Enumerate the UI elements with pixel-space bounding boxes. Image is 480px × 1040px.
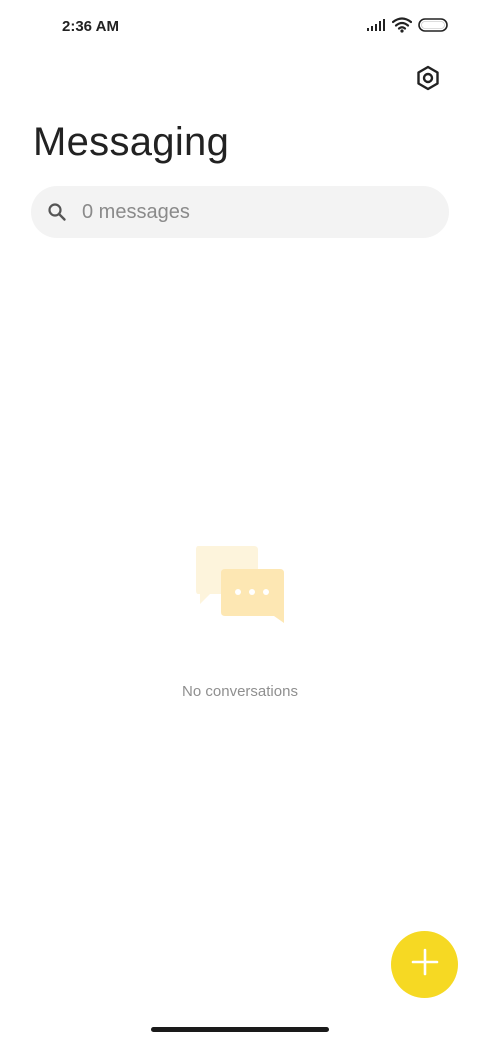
status-bar: 2:36 AM [0,0,480,56]
new-conversation-button[interactable] [391,931,458,998]
search-input-placeholder: 0 messages [82,200,190,223]
wifi-icon [392,17,412,33]
settings-button[interactable] [408,62,448,98]
search-icon [46,201,68,223]
status-time: 2:36 AM [62,18,119,35]
chat-bubbles-icon [190,542,290,628]
settings-hexagon-icon [415,65,441,96]
plus-icon [410,947,440,982]
empty-state-message: No conversations [182,683,298,700]
messaging-screen: 2:36 AM Messaging 0 messages No conversa… [0,0,480,1040]
search-bar[interactable]: 0 messages [31,186,449,238]
status-icons [366,17,450,33]
signal-icon [366,18,386,32]
home-indicator[interactable] [151,1027,329,1032]
page-title: Messaging [33,120,230,164]
battery-icon [418,17,450,33]
